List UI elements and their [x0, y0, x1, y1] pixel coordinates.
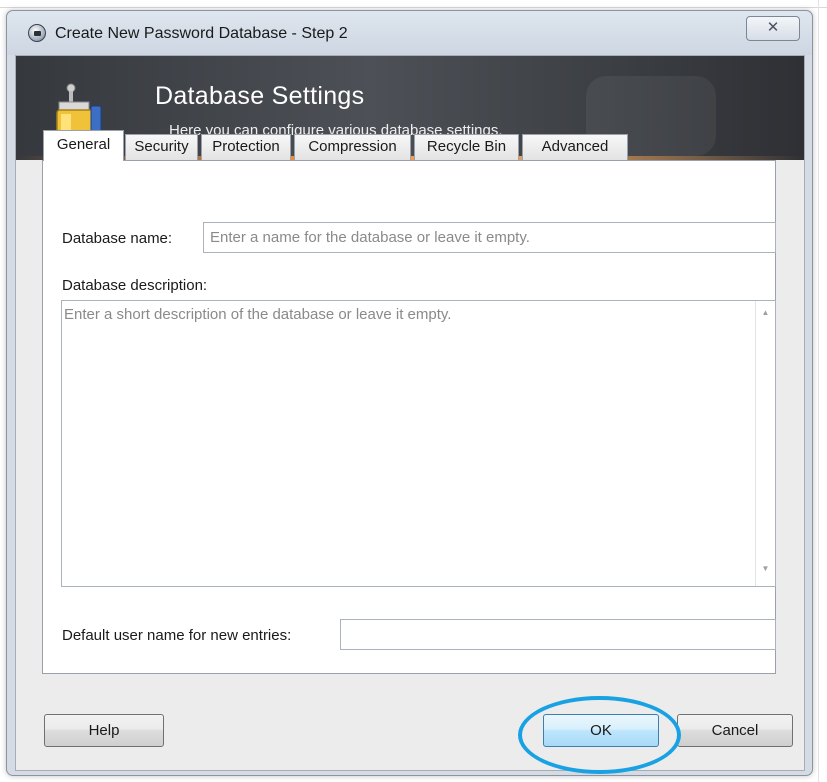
help-button[interactable]: Help [44, 714, 164, 747]
tab-protection[interactable]: Protection [201, 134, 291, 160]
tab-advanced[interactable]: Advanced [522, 134, 628, 160]
window-title: Create New Password Database - Step 2 [55, 25, 348, 42]
default-user-name-input[interactable] [340, 619, 776, 650]
tab-label: General [56, 136, 111, 153]
close-icon: ✕ [766, 19, 780, 36]
tab-label: Protection [212, 138, 280, 155]
cancel-button[interactable]: Cancel [677, 714, 793, 747]
close-button[interactable]: ✕ [746, 16, 800, 41]
title-bar: Create New Password Database - Step 2 ✕ [7, 11, 812, 55]
tab-label: Recycle Bin [426, 138, 507, 155]
database-description-label: Database description: [62, 277, 208, 294]
tab-label: Advanced [541, 138, 609, 155]
tab-recycle-bin[interactable]: Recycle Bin [414, 134, 519, 160]
lock-icon [28, 24, 46, 42]
database-description-textarea[interactable] [61, 300, 776, 587]
default-user-name-label: Default user name for new entries: [62, 627, 292, 644]
scroll-up-arrow-icon[interactable]: ▲ [756, 303, 775, 323]
description-scrollbar[interactable]: ▲ ▼ [755, 301, 775, 586]
background-divider [0, 7, 827, 8]
tab-general[interactable]: General [43, 130, 124, 161]
database-name-label: Database name: [62, 230, 173, 247]
database-name-input[interactable] [203, 222, 776, 253]
background-divider-vertical [818, 0, 819, 782]
tab-security[interactable]: Security [125, 134, 198, 160]
tab-label: Security [134, 138, 189, 155]
ok-button[interactable]: OK [543, 714, 659, 747]
scroll-down-arrow-icon[interactable]: ▼ [756, 559, 775, 579]
tab-compression[interactable]: Compression [294, 134, 411, 160]
banner-title: Database Settings [155, 82, 365, 110]
tab-label: Compression [308, 138, 397, 155]
